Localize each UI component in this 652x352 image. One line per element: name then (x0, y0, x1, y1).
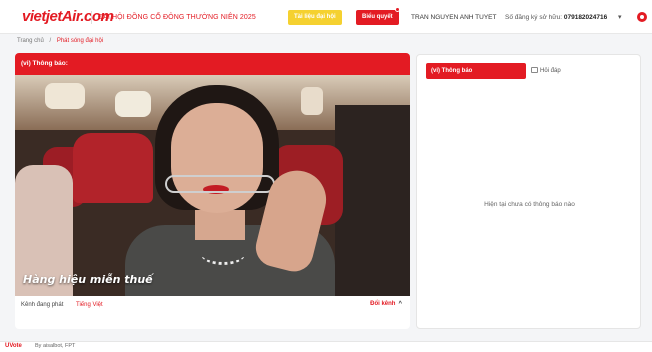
top-bar: vietjetAir.com ĐẠI HỘI ĐỒNG CỔ ĐÔNG THƯỜ… (0, 0, 652, 34)
video-caption: Hàng hiệu miễn thuế (23, 273, 153, 286)
vote-notification-dot (395, 7, 400, 12)
share-registration: Số đăng ký sở hữu: 079182024716 (505, 14, 607, 21)
video-person-glasses (165, 175, 275, 193)
meeting-title: ĐẠI HỘI ĐỒNG CỔ ĐÔNG THƯỜNG NIÊN 2025 (98, 14, 256, 21)
video-header: (vi) Thông báo: (15, 53, 410, 75)
footer-credit: By aisalbot, FPT (35, 343, 76, 349)
meeting-documents-button[interactable]: Tài liệu đại hội (288, 10, 342, 25)
notification-panel: (vi) Thông báo Hỏi đáp Hiện tại chưa có … (416, 54, 641, 329)
breadcrumb: Trang chủ / Phát sóng đại hội (17, 38, 103, 44)
breadcrumb-current: Phát sóng đại hội (56, 38, 104, 44)
channel-value: Tiếng Việt (76, 302, 103, 308)
video-person-face (171, 103, 263, 213)
switch-channel-button[interactable]: Đổi kênh ^ (370, 301, 402, 307)
video-cabin-window (301, 87, 323, 115)
breadcrumb-home[interactable]: Trang chủ (17, 38, 44, 44)
channel-label: Kênh đang phát (21, 302, 64, 308)
channel-bar: Kênh đang phát Tiếng Việt Đổi kênh ^ (15, 298, 410, 312)
video-shadow (335, 105, 410, 296)
vote-button[interactable]: Biểu quyết (356, 10, 399, 25)
chat-icon (531, 67, 538, 74)
tab-qa-label: Hỏi đáp (540, 68, 561, 74)
footer: UVote By aisalbot, FPT (0, 341, 652, 352)
header-divider (91, 11, 92, 24)
chevron-down-icon[interactable]: ▾ (618, 13, 622, 21)
chevron-up-icon: ^ (398, 301, 402, 307)
video-cabin-window (115, 91, 151, 117)
breadcrumb-separator: / (49, 38, 52, 44)
tab-notifications[interactable]: (vi) Thông báo (426, 63, 526, 79)
video-card: (vi) Thông báo: Hàng hiệu miễn thuế (15, 53, 410, 329)
empty-notifications-message: Hiện tại chưa có thông báo nào (484, 201, 575, 208)
video-seat (73, 133, 153, 203)
share-registration-label: Số đăng ký sở hữu: (505, 14, 563, 21)
video-cabin-window (45, 83, 85, 109)
video-person-necklace (201, 243, 245, 265)
logout-icon[interactable] (637, 12, 647, 22)
video-player[interactable]: Hàng hiệu miễn thuế (15, 75, 410, 296)
uvote-logo: UVote (5, 343, 22, 349)
tab-qa[interactable]: Hỏi đáp (531, 63, 561, 79)
user-name: TRAN NGUYEN ANH TUYET (411, 14, 497, 21)
share-registration-number: 079182024716 (563, 14, 608, 21)
switch-channel-label: Đổi kênh (370, 301, 396, 307)
